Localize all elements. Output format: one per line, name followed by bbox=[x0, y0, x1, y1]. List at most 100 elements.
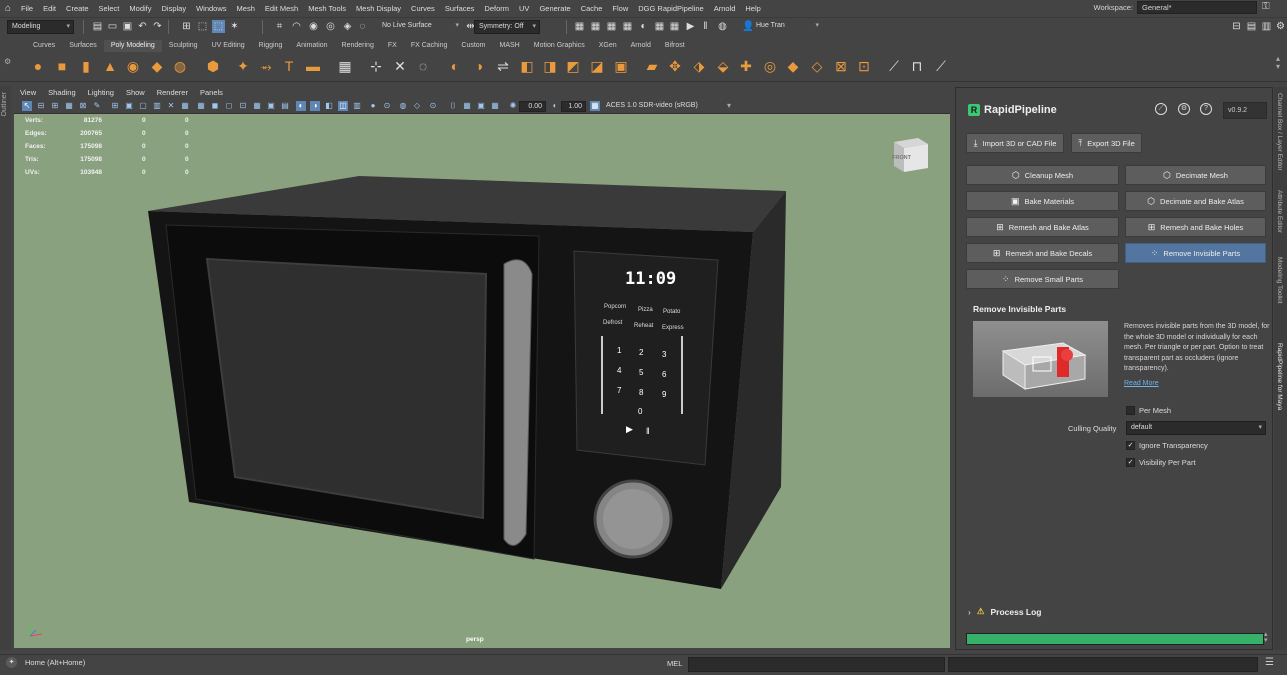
gamma-icon[interactable]: ◐ bbox=[550, 101, 560, 111]
tab-animation[interactable]: Animation bbox=[289, 40, 334, 52]
render-setup-icon[interactable]: ▦ bbox=[653, 20, 666, 33]
xray-active-icon[interactable]: ◫ bbox=[338, 101, 348, 111]
target-weld-icon[interactable]: ⊓ bbox=[908, 57, 926, 75]
help-icon[interactable]: ? bbox=[1200, 103, 1212, 115]
boolean-union-icon[interactable]: ◐ bbox=[446, 57, 464, 75]
poly-plane-icon[interactable]: ◆ bbox=[148, 57, 166, 75]
toggle-tool-settings-icon[interactable]: ⚙ bbox=[1274, 20, 1287, 33]
tab-fx-caching[interactable]: FX Caching bbox=[404, 40, 455, 52]
viewport-menu-show[interactable]: Show bbox=[120, 87, 151, 99]
menu-mesh-display[interactable]: Mesh Display bbox=[351, 4, 406, 13]
select-by-type-icon[interactable]: ✶ bbox=[228, 20, 241, 33]
toggle-attribute-editor-icon[interactable]: ▤ bbox=[1245, 20, 1258, 33]
culling-quality-dropdown[interactable]: default bbox=[1126, 421, 1266, 435]
grid-tool-icon[interactable]: ▦ bbox=[336, 57, 354, 75]
tab-surfaces[interactable]: Surfaces bbox=[62, 40, 104, 52]
menu-mesh[interactable]: Mesh bbox=[232, 4, 260, 13]
wedge-icon[interactable]: ◎ bbox=[761, 57, 779, 75]
multisample-aa-icon[interactable]: ⊙ bbox=[382, 101, 392, 111]
reduce-icon[interactable]: ◪ bbox=[588, 57, 606, 75]
tab-attribute-editor[interactable]: Attribute Editor bbox=[1276, 190, 1283, 233]
unfold-icon[interactable]: ◇ bbox=[808, 57, 826, 75]
combine-icon[interactable]: ⊹ bbox=[367, 57, 385, 75]
tab-uv-editing[interactable]: UV Editing bbox=[205, 40, 252, 52]
camera-gate-icon[interactable]: ▦ bbox=[462, 101, 472, 111]
tab-curves[interactable]: Curves bbox=[26, 40, 62, 52]
super-shape-icon[interactable]: ✦ bbox=[234, 57, 252, 75]
viewcube[interactable] bbox=[890, 134, 930, 174]
menu-uv[interactable]: UV bbox=[514, 4, 534, 13]
menu-deform[interactable]: Deform bbox=[479, 4, 514, 13]
mel-label[interactable]: MEL bbox=[667, 659, 682, 668]
snap-live-icon[interactable]: ◌ bbox=[356, 20, 369, 33]
menu-create[interactable]: Create bbox=[61, 4, 94, 13]
tab-poly-modeling[interactable]: Poly Modeling bbox=[103, 40, 162, 52]
snap-surface-icon[interactable]: ◈ bbox=[341, 20, 354, 33]
shadows-icon[interactable]: ▤ bbox=[280, 101, 290, 111]
version-dropdown[interactable]: v0.9.2 bbox=[1223, 102, 1267, 119]
film-gate-icon[interactable]: ▣ bbox=[124, 101, 134, 111]
redo-icon[interactable]: ↷ bbox=[151, 20, 164, 33]
viewport-menu-renderer[interactable]: Renderer bbox=[151, 87, 194, 99]
scroll-arrows-icon[interactable]: ▴ ▾ bbox=[1264, 631, 1268, 644]
poly-cylinder-icon[interactable]: ▮ bbox=[77, 57, 95, 75]
viewport-menu-lighting[interactable]: Lighting bbox=[82, 87, 120, 99]
circularize-icon[interactable]: ◆ bbox=[784, 57, 802, 75]
gamma-field[interactable]: 1.00 bbox=[561, 101, 586, 112]
poly-torus-icon[interactable]: ◉ bbox=[124, 57, 142, 75]
settings-icon[interactable]: ⚙ bbox=[1178, 103, 1190, 115]
type-tool-icon[interactable]: T bbox=[280, 57, 298, 75]
grease-pencil-icon[interactable]: ✎ bbox=[92, 101, 102, 111]
script-editor-icon[interactable]: ☰ bbox=[1265, 657, 1274, 668]
process-log-toggle[interactable]: › ⚠ Process Log bbox=[968, 606, 1042, 617]
bevel-icon[interactable]: ▰ bbox=[643, 57, 661, 75]
visibility-per-part-checkbox[interactable]: ✓ bbox=[1126, 458, 1135, 467]
smooth-icon[interactable]: ◌ bbox=[414, 57, 432, 75]
save-scene-icon[interactable]: ▣ bbox=[121, 20, 134, 33]
viewport-menu-shading[interactable]: Shading bbox=[42, 87, 82, 99]
hierarchy-mode-icon[interactable]: ⊞ bbox=[180, 20, 193, 33]
user-account-dropdown[interactable]: Hue Tran bbox=[752, 20, 822, 34]
poly-cone-icon[interactable]: ▲ bbox=[101, 57, 119, 75]
default-material-icon[interactable]: ◻ bbox=[224, 101, 234, 111]
symmetry-dropdown[interactable]: Symmetry: Off bbox=[474, 20, 540, 34]
2d-pan-zoom-icon[interactable]: ⊠ bbox=[78, 101, 88, 111]
menu-edit-mesh[interactable]: Edit Mesh bbox=[260, 4, 303, 13]
append-icon[interactable]: ✥ bbox=[666, 57, 684, 75]
grid-toggle-2-icon[interactable]: ▦ bbox=[490, 101, 500, 111]
exposure-field[interactable]: 0.00 bbox=[519, 101, 546, 112]
mirror-icon[interactable]: ⇌ bbox=[494, 57, 512, 75]
bake-materials-button[interactable]: ▣ Bake Materials bbox=[966, 191, 1119, 211]
extract-icon[interactable]: ◧ bbox=[518, 57, 536, 75]
pause-icon[interactable]: ‖ bbox=[699, 20, 712, 33]
per-mesh-checkbox[interactable] bbox=[1126, 406, 1135, 415]
perspective-viewport[interactable]: Verts: 81276 0 0 Edges: 200765 0 0 Faces… bbox=[14, 114, 950, 648]
viewport-menu-panels[interactable]: Panels bbox=[194, 87, 229, 99]
remesh-bake-holes-button[interactable]: ⊞ Remesh and Bake Holes bbox=[1125, 217, 1266, 237]
shelf-settings-icon[interactable]: ⚙ bbox=[4, 57, 11, 66]
mel-input[interactable] bbox=[688, 657, 945, 672]
select-camera-icon[interactable]: ↖ bbox=[22, 101, 32, 111]
mode-dropdown[interactable]: Modeling bbox=[7, 20, 74, 34]
tab-rendering[interactable]: Rendering bbox=[335, 40, 381, 52]
light-editor-icon[interactable]: ▦ bbox=[668, 20, 681, 33]
menu-edit[interactable]: Edit bbox=[38, 4, 61, 13]
xray-joints-icon[interactable]: ◧ bbox=[324, 101, 334, 111]
undo-icon[interactable]: ↶ bbox=[136, 20, 149, 33]
bridge-icon[interactable]: ◨ bbox=[541, 57, 559, 75]
image-plane-icon[interactable]: ▦ bbox=[64, 101, 74, 111]
tab-rigging[interactable]: Rigging bbox=[252, 40, 290, 52]
component-mode-icon[interactable]: ⬚ bbox=[212, 20, 225, 33]
new-scene-icon[interactable]: ▤ bbox=[91, 20, 104, 33]
object-mode-icon[interactable]: ⬚ bbox=[196, 20, 209, 33]
shelf-scroll-arrows-icon[interactable]: ▴ ▾ bbox=[1276, 55, 1280, 71]
render-frame-icon[interactable]: ▦ bbox=[573, 20, 586, 33]
quad-draw-icon[interactable]: ⟋ bbox=[932, 57, 950, 75]
xray-icon[interactable]: ◑ bbox=[310, 101, 320, 111]
tab-xgen[interactable]: XGen bbox=[592, 40, 624, 52]
toggle-modeling-toolkit-icon[interactable]: ⊟ bbox=[1230, 20, 1243, 33]
isolate-select-icon[interactable]: ◐ bbox=[296, 101, 306, 111]
menu-arnold[interactable]: Arnold bbox=[709, 4, 741, 13]
maya-home-icon[interactable]: ⌂ bbox=[0, 3, 16, 14]
arnold-rv-icon[interactable]: ◍ bbox=[716, 20, 729, 33]
